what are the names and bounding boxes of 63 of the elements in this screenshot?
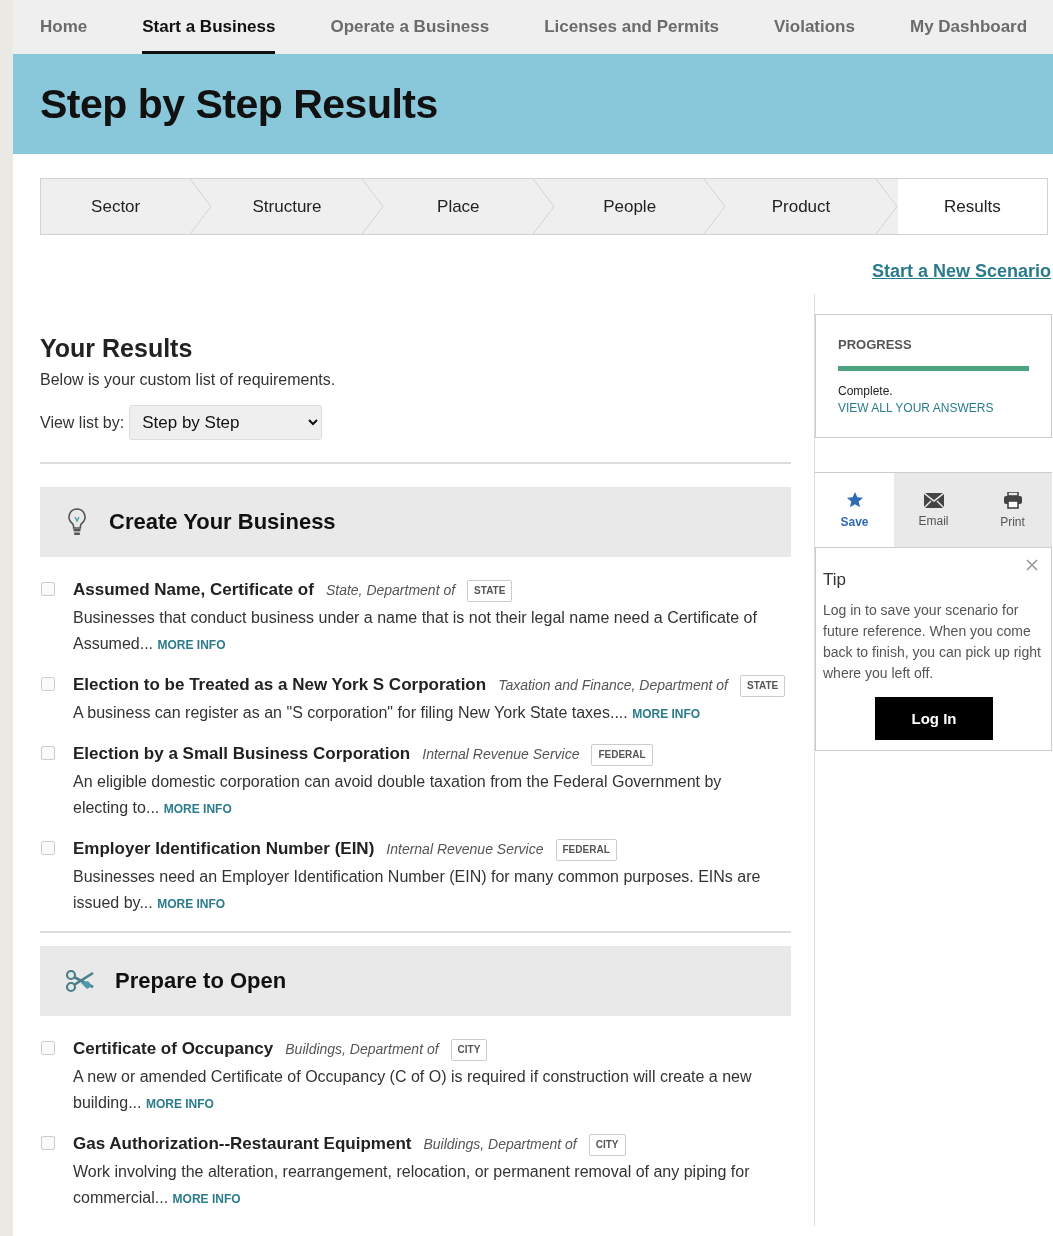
view-list-label: View list by: <box>40 413 125 432</box>
checkbox[interactable] <box>41 1041 55 1055</box>
agency-name: State, Department of <box>325 582 456 598</box>
jurisdiction-tag: STATE <box>740 674 786 697</box>
jurisdiction-tag: FEDERAL <box>555 838 617 861</box>
nav-tab[interactable]: Home <box>40 0 88 54</box>
requirement-description: A new or amended Certificate of Occupancy (C of O) is required if construction will create a new building... MORE INFO <box>73 1067 753 1113</box>
agency-name: Taxation and Finance, Department of <box>498 677 728 693</box>
page-title: Step by Step Results <box>40 80 438 128</box>
checkbox[interactable] <box>41 841 55 855</box>
checkbox[interactable] <box>41 677 55 691</box>
checkbox[interactable] <box>41 1136 55 1150</box>
more-info-link[interactable]: MORE INFO <box>145 1097 214 1111</box>
checkbox[interactable] <box>41 582 55 596</box>
agency-name: Internal Revenue Service <box>386 841 544 857</box>
nav-tab[interactable]: Violations <box>774 0 855 54</box>
requirement-description: A business can register as an "S corporation" for filing New York State taxes.... MORE INFO <box>73 703 702 723</box>
agency-name: Buildings, Department of <box>285 1041 439 1057</box>
requirement-description: Businesses need an Employer Identification Number (EIN) for many common purposes. EINs are issued by... MORE INFO <box>73 867 762 913</box>
scissors-icon <box>65 969 95 993</box>
requirement-title: Election by a Small Business Corporation <box>73 744 411 763</box>
requirement-title: Gas Authorization--Restaurant Equipment <box>73 1134 412 1153</box>
requirement-title: Employer Identification Number (EIN) <box>73 839 375 858</box>
nav-tab[interactable]: Licenses and Permits <box>544 0 720 54</box>
more-info-link[interactable]: MORE INFO <box>632 707 701 721</box>
nav-tab[interactable]: Operate a Business <box>330 0 490 54</box>
star-icon <box>845 491 864 509</box>
jurisdiction-tag: STATE <box>467 579 513 602</box>
section-title: Create Your Business <box>109 509 336 535</box>
more-info-link[interactable]: MORE INFO <box>157 638 226 652</box>
more-info-link[interactable]: MORE INFO <box>172 1192 241 1206</box>
results-heading: Your Results <box>40 334 194 363</box>
new-scenario-link[interactable]: Start a New Scenario <box>871 261 1051 282</box>
agency-name: Internal Revenue Service <box>422 746 580 762</box>
section-title: Prepare to Open <box>115 968 287 994</box>
view-answers-link[interactable]: VIEW ALL YOUR ANSWERS <box>838 401 994 415</box>
requirement-title: Election to be Treated as a New York S Corporation <box>73 675 487 694</box>
log-in-button[interactable]: Log In <box>875 697 993 740</box>
progress-status: Complete. VIEW ALL YOUR ANSWERS <box>838 383 995 417</box>
more-info-link[interactable]: MORE INFO <box>157 897 226 911</box>
progress-label: PROGRESS <box>838 337 913 352</box>
jurisdiction-tag: CITY <box>450 1038 488 1061</box>
envelope-icon <box>923 492 944 508</box>
view-list-dropdown[interactable]: Step by Step <box>129 405 323 440</box>
jurisdiction-tag: CITY <box>588 1133 626 1156</box>
agency-name: Buildings, Department of <box>423 1136 577 1152</box>
action-tab[interactable]: Save <box>815 473 894 547</box>
requirement-description: An eligible domestic corporation can avoid double taxation from the Federal Government by electing to... MORE INFO <box>73 772 723 818</box>
requirement-title: Certificate of Occupancy <box>73 1039 274 1058</box>
checkbox[interactable] <box>41 746 55 760</box>
close-icon[interactable] <box>1026 559 1038 571</box>
results-intro: Below is your custom list of requirements. <box>40 371 337 389</box>
jurisdiction-tag: FEDERAL <box>591 743 653 766</box>
nav-tab[interactable]: My Dashboard <box>909 0 1028 54</box>
step-tab[interactable]: Results <box>897 179 1047 234</box>
tip-title: Tip <box>823 570 847 590</box>
printer-icon <box>1002 491 1023 509</box>
more-info-link[interactable]: MORE INFO <box>163 802 232 816</box>
requirement-description: Businesses that conduct business under a name that is not their legal name need a Certificate of Assumed... MORE INFO <box>73 608 758 654</box>
requirement-description: Work involving the alteration, rearrangement, relocation, or permanent removal of any piping for commercial... MORE INFO <box>73 1162 751 1208</box>
lightbulb-icon <box>65 507 89 537</box>
requirement-title: Assumed Name, Certificate of <box>73 580 314 599</box>
tip-text: Log in to save your scenario for future reference. When you come back to finish, you can pick up right where you left off. <box>823 601 1042 683</box>
